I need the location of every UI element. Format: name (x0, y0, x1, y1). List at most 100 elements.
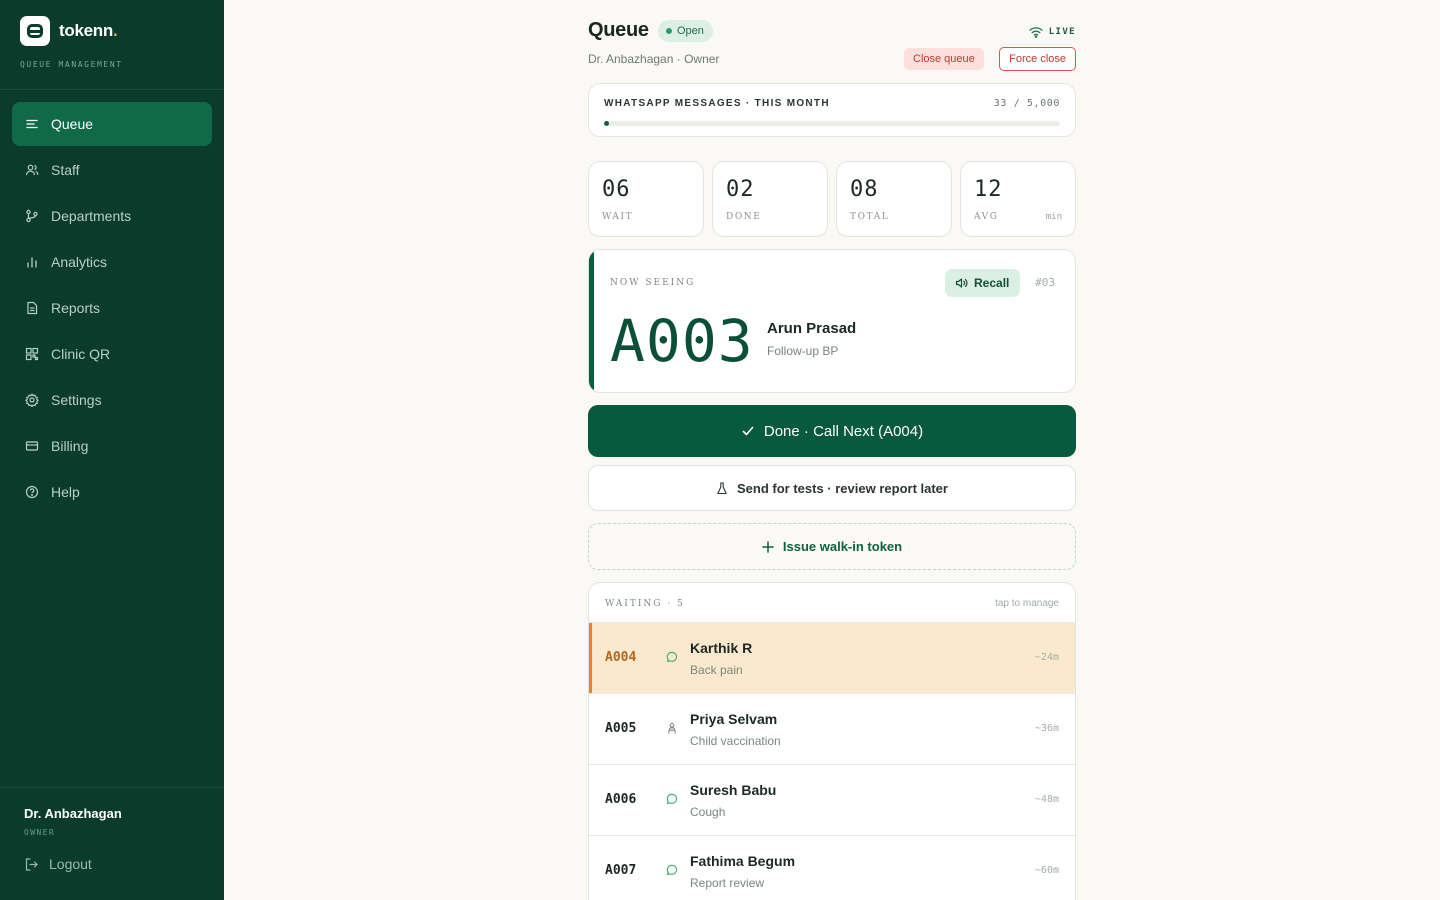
sidebar-item-settings[interactable]: Settings (12, 378, 212, 422)
waiting-list-hint: tap to manage (995, 598, 1059, 609)
waiting-list: WAITING · 5 tap to manage A004 Karthik R… (588, 582, 1076, 900)
sidebar-item-reports[interactable]: Reports (12, 286, 212, 330)
sidebar-nav: Queue Staff Departments Analytics Report… (12, 102, 212, 516)
now-seeing-label: NOW SEEING (610, 278, 696, 288)
row-reason: Child vaccination (690, 734, 781, 748)
sidebar-item-label: Help (51, 484, 80, 500)
recall-label: Recall (974, 276, 1010, 290)
logo-icon (20, 16, 50, 46)
stat-done: 02 DONE (712, 161, 828, 237)
file-icon (25, 301, 39, 315)
live-label: LIVE (1048, 27, 1076, 37)
stat-value: 12 (974, 177, 1003, 202)
user-name: Dr. Anbazhagan (24, 806, 122, 821)
done-call-next-button[interactable]: Done · Call Next (A004) (588, 405, 1076, 457)
bar-chart-icon (25, 255, 39, 269)
waiting-list-title: WAITING · 5 (605, 599, 685, 609)
whatsapp-usage-bar (604, 121, 1060, 126)
row-eta: ~48m (1034, 794, 1059, 805)
sidebar-item-label: Queue (51, 116, 94, 132)
whatsapp-usage-count: 33 / 5,000 (993, 98, 1060, 109)
flask-icon (717, 481, 727, 494)
waiting-row[interactable]: A005 Priya Selvam Child vaccination ~36m (589, 694, 1075, 765)
waiting-list-header: WAITING · 5 tap to manage (589, 583, 1075, 623)
stat-total: 08 TOTAL (836, 161, 952, 237)
row-token: A005 (605, 721, 637, 736)
stat-unit: min (1045, 212, 1062, 222)
now-seeing-accent (589, 250, 594, 392)
stat-avg: 12 AVG min (960, 161, 1076, 237)
recall-button[interactable]: Recall (945, 269, 1021, 297)
row-token: A006 (605, 792, 637, 807)
now-seeing-position: #03 (1035, 276, 1055, 289)
sidebar-item-label: Reports (51, 300, 101, 316)
stat-value: 06 (602, 177, 631, 202)
sidebar-item-clinic-qr[interactable]: Clinic QR (12, 332, 212, 376)
divider (0, 787, 224, 788)
sidebar: tokenn. QUEUE MANAGEMENT Queue Staff Dep… (0, 0, 224, 900)
sidebar-item-analytics[interactable]: Analytics (12, 240, 212, 284)
row-eta: ~60m (1034, 865, 1059, 876)
send-for-tests-label: Send for tests · review report later (737, 480, 948, 496)
now-seeing-card: NOW SEEING Recall #03 A003 Arun Prasad F… (588, 249, 1076, 393)
sidebar-item-label: Clinic QR (51, 346, 111, 362)
row-patient-name: Karthik R (690, 640, 753, 656)
done-call-next-label: Done · Call Next (A004) (763, 422, 924, 440)
row-token: A004 (605, 650, 637, 665)
whatsapp-icon (666, 864, 678, 876)
waiting-row[interactable]: A004 Karthik R Back pain ~24m (589, 623, 1075, 694)
row-token: A007 (605, 863, 637, 878)
sidebar-item-label: Analytics (51, 254, 108, 270)
brand[interactable]: tokenn. (20, 16, 118, 46)
sidebar-item-staff[interactable]: Staff (12, 148, 212, 192)
stat-value: 08 (850, 177, 879, 202)
branch-icon (25, 209, 39, 223)
wifi-icon (1029, 27, 1043, 38)
whatsapp-usage-card: WHATSAPP MESSAGES · THIS MONTH 33 / 5,00… (588, 83, 1076, 137)
close-queue-button[interactable]: Close queue (904, 48, 984, 70)
page-title: Queue (588, 19, 649, 41)
page-subtitle: Dr. Anbazhagan · Owner (588, 52, 720, 66)
stats-row: 06 WAIT 02 DONE 08 TOTAL 12 AVG min (588, 161, 1076, 237)
waiting-row[interactable]: A007 Fathima Begum Report review ~60m (589, 836, 1075, 900)
whatsapp-usage-label: WHATSAPP MESSAGES · THIS MONTH (604, 98, 830, 109)
users-icon (25, 163, 39, 177)
sidebar-item-departments[interactable]: Departments (12, 194, 212, 238)
sidebar-item-queue[interactable]: Queue (12, 102, 212, 146)
plus-icon (762, 540, 774, 553)
row-reason: Report review (690, 876, 765, 890)
logout-label: Logout (49, 856, 92, 872)
card-icon (25, 439, 39, 453)
force-close-button[interactable]: Force close (999, 47, 1076, 71)
sidebar-item-help[interactable]: Help (12, 470, 212, 514)
sidebar-item-label: Departments (51, 208, 132, 224)
row-reason: Cough (690, 805, 726, 819)
divider (0, 89, 224, 90)
issue-walkin-token-label: Issue walk-in token (782, 539, 903, 554)
row-patient-name: Priya Selvam (690, 711, 778, 727)
row-patient-name: Suresh Babu (690, 782, 777, 798)
stat-label: AVG (974, 212, 999, 222)
now-seeing-name: Arun Prasad (767, 320, 857, 337)
qr-icon (25, 347, 39, 361)
sidebar-item-label: Billing (51, 438, 89, 454)
gear-icon (25, 393, 39, 407)
row-reason: Back pain (690, 663, 743, 677)
brand-subtitle: QUEUE MANAGEMENT (20, 60, 123, 69)
issue-walkin-token-button[interactable]: Issue walk-in token (588, 523, 1076, 570)
row-eta: ~36m (1034, 723, 1059, 734)
sidebar-item-billing[interactable]: Billing (12, 424, 212, 468)
send-for-tests-button[interactable]: Send for tests · review report later (588, 465, 1076, 511)
sidebar-item-label: Staff (51, 162, 80, 178)
user-role: OWNER (24, 828, 56, 837)
logout-button[interactable]: Logout (24, 856, 92, 872)
now-seeing-reason: Follow-up BP (767, 344, 839, 358)
row-eta: ~24m (1034, 652, 1059, 663)
stat-label: DONE (726, 212, 762, 222)
whatsapp-usage-fill (604, 121, 609, 126)
person-icon (667, 722, 677, 734)
speaker-icon (955, 278, 968, 288)
help-icon (25, 485, 39, 499)
stat-label: TOTAL (850, 212, 890, 222)
waiting-row[interactable]: A006 Suresh Babu Cough ~48m (589, 765, 1075, 836)
